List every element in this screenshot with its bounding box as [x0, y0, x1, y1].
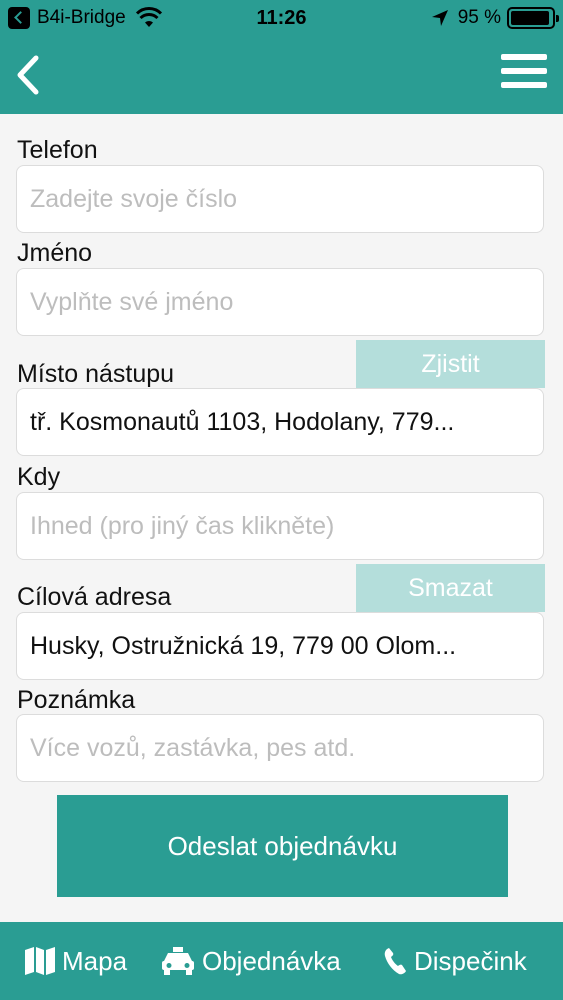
clear-destination-button[interactable]: Smazat: [356, 564, 545, 612]
note-label: Poznámka: [17, 686, 136, 714]
chevron-left-icon[interactable]: [10, 50, 50, 100]
when-label: Kdy: [17, 463, 61, 491]
detect-location-button[interactable]: Zjistit: [356, 340, 545, 388]
battery-percent: 95 %: [457, 7, 501, 28]
tab-map-label: Mapa: [62, 945, 128, 976]
nav-bar: [0, 38, 563, 114]
phone-icon: [384, 948, 406, 975]
status-right: 95 %: [430, 7, 559, 29]
tab-dispatch-label: Dispečink: [414, 945, 527, 976]
pickup-label: Místo nástupu: [17, 360, 175, 388]
pickup-input[interactable]: tř. Kosmonautů 1103, Hodolany, 779...: [16, 388, 544, 456]
battery-level: [511, 11, 549, 25]
phone-label: Telefon: [17, 136, 98, 164]
map-icon: [25, 947, 55, 975]
battery-icon: [507, 7, 559, 29]
name-input[interactable]: Vyplňte své jméno: [16, 268, 544, 336]
tab-map[interactable]: Mapa: [24, 922, 127, 1000]
destination-label: Cílová adresa: [17, 583, 172, 611]
tab-dispatch[interactable]: Dispečink: [384, 922, 527, 1000]
tab-order-label: Objednávka: [202, 945, 341, 976]
taxi-icon: [162, 947, 194, 975]
note-input[interactable]: Více vozů, zastávka, pes atd.: [16, 714, 544, 782]
hamburger-menu-icon[interactable]: [501, 54, 547, 94]
destination-input[interactable]: Husky, Ostružnická 19, 779 00 Olom...: [16, 612, 544, 680]
name-label: Jméno: [17, 239, 93, 267]
when-input[interactable]: Ihned (pro jiný čas klikněte): [16, 492, 544, 560]
bottom-tab-bar: Mapa Objednávka Dispečink: [0, 922, 563, 1000]
location-arrow-icon: [431, 10, 448, 26]
status-bar: B4i-Bridge 11:26 95 %: [0, 0, 563, 38]
tab-order[interactable]: Objednávka: [160, 922, 341, 1000]
phone-input[interactable]: Zadejte svoje číslo: [16, 165, 544, 233]
submit-order-button[interactable]: Odeslat objednávku: [57, 795, 508, 897]
